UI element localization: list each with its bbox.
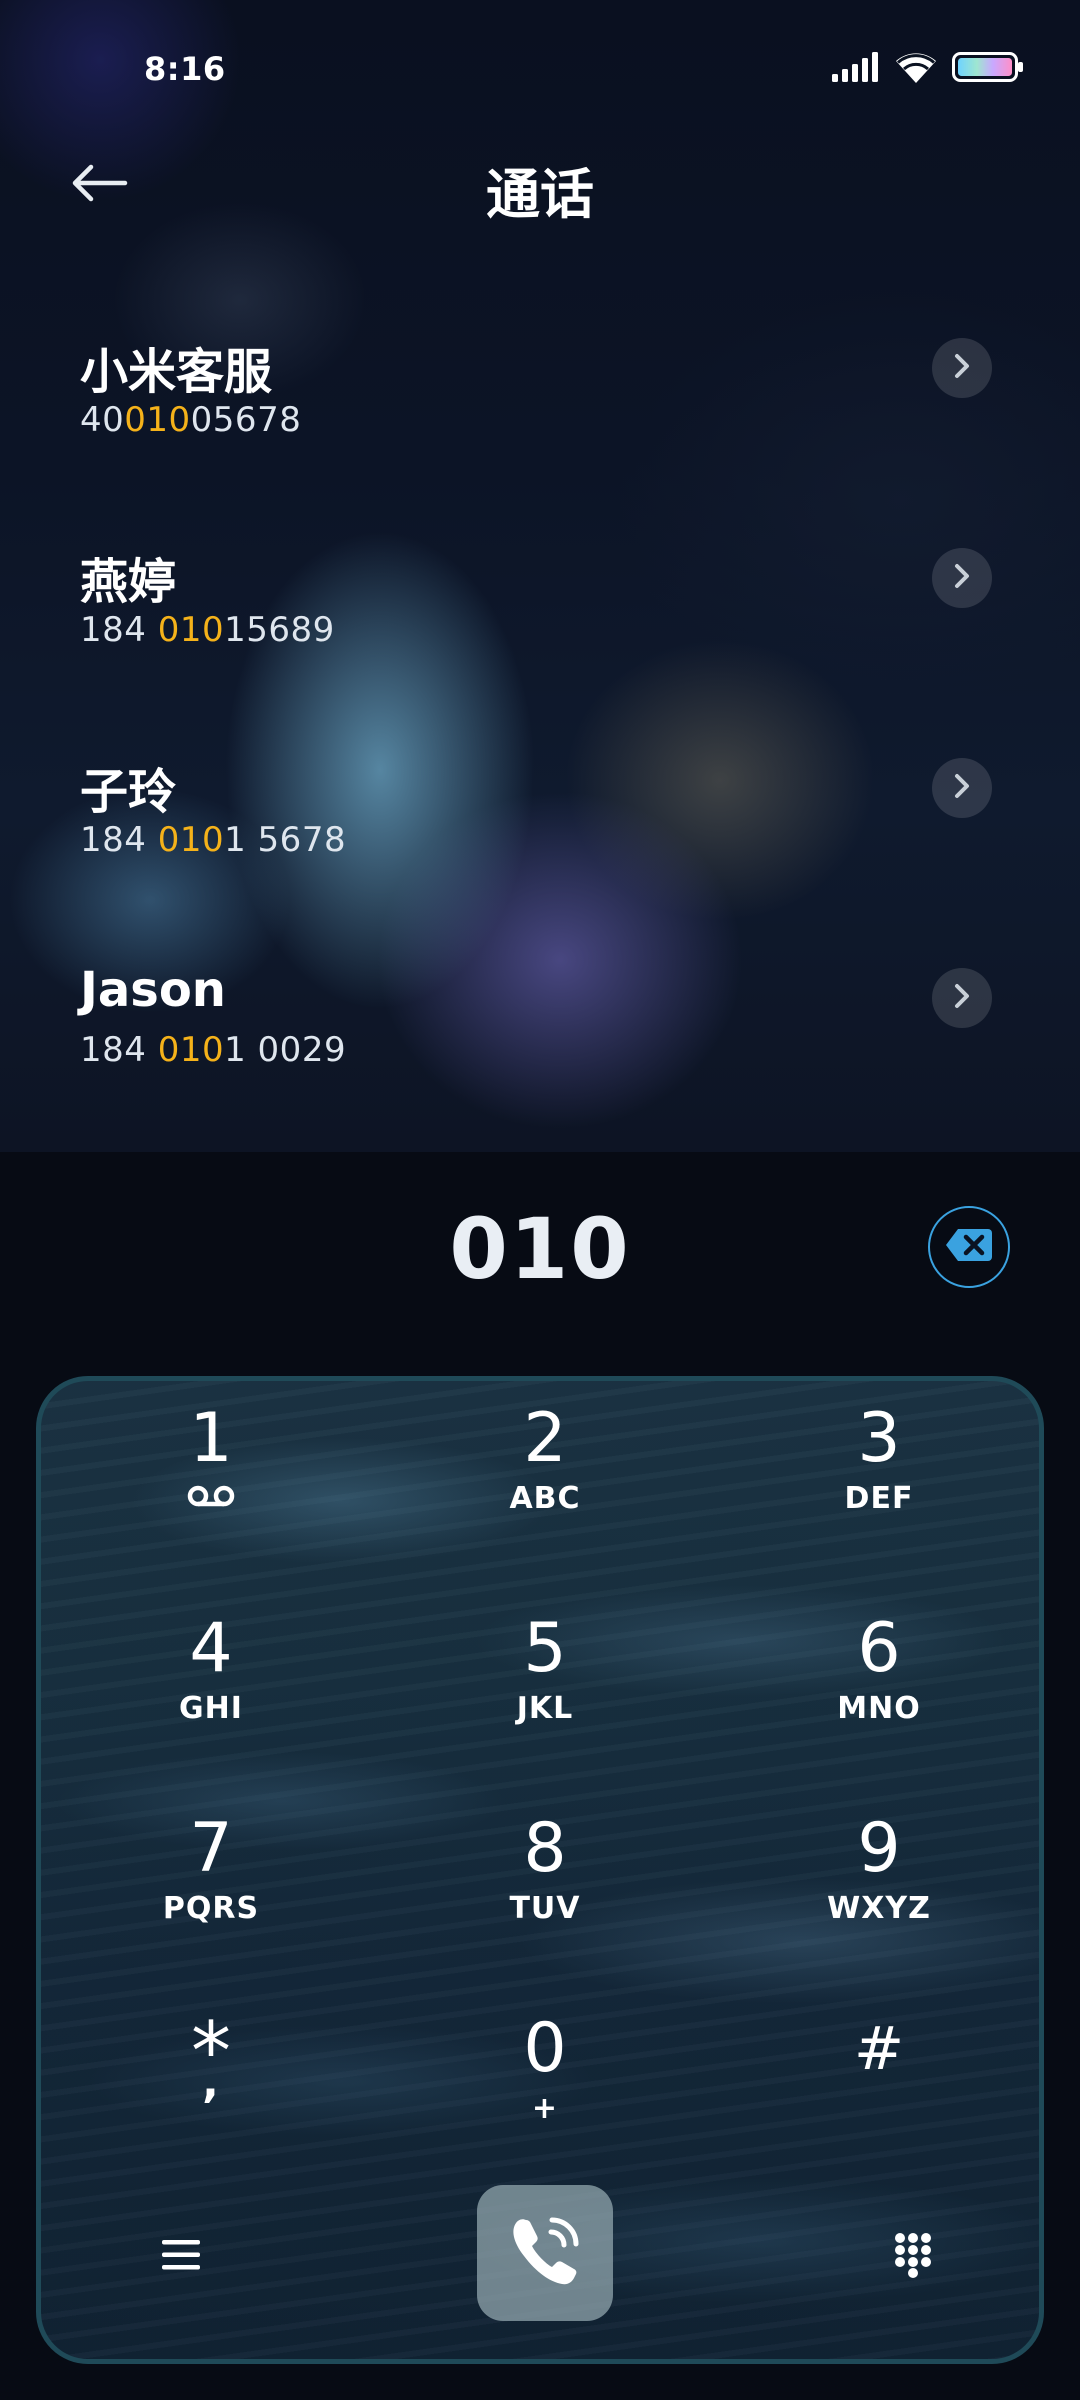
battery-icon xyxy=(952,52,1024,86)
contact-detail-button[interactable] xyxy=(932,338,992,398)
key-digit: 6 xyxy=(857,1609,901,1688)
key-letters: ABC xyxy=(509,1481,581,1516)
chevron-right-icon xyxy=(952,353,972,383)
key-4[interactable]: 4 GHI xyxy=(61,1591,361,1771)
dialpad-icon xyxy=(893,2232,933,2282)
key-letters: + xyxy=(531,2091,559,2126)
key-digit: 7 xyxy=(189,1809,233,1888)
contact-number: 184 01015689 xyxy=(80,610,335,650)
contact-item[interactable]: Jason 184 0101 0029 xyxy=(0,930,1080,1130)
matched-digits: 010 xyxy=(157,820,225,860)
chevron-right-icon xyxy=(952,563,972,593)
key-letters: PQRS xyxy=(162,1891,260,1926)
contact-detail-button[interactable] xyxy=(932,758,992,818)
key-digit: 4 xyxy=(189,1609,233,1688)
key-letters: JKL xyxy=(516,1691,574,1726)
key-3[interactable]: 3 DEF xyxy=(729,1381,1029,1561)
chevron-right-icon xyxy=(952,773,972,803)
key-letters: TUV xyxy=(509,1891,581,1926)
key-star[interactable]: * , xyxy=(61,1991,361,2171)
status-bar: 8:16 xyxy=(0,0,1080,140)
key-letters: GHI xyxy=(179,1691,243,1726)
dialed-number-display: 010 xyxy=(449,1200,631,1298)
key-digit: 1 xyxy=(189,1399,233,1478)
key-0[interactable]: 0 + xyxy=(395,1991,695,2171)
key-letters: MNO xyxy=(837,1691,921,1726)
phone-call-icon xyxy=(506,2212,584,2294)
dialer-screen: 8:16 通话 小米客服 4001005678 燕婷 184 01015689 … xyxy=(0,0,1080,2400)
contact-name: 燕婷 xyxy=(80,554,177,610)
key-digit: # xyxy=(853,2014,905,2084)
key-digit: 5 xyxy=(523,1609,567,1688)
wifi-icon xyxy=(894,50,938,88)
key-7[interactable]: 7 PQRS xyxy=(61,1791,361,1971)
page-title: 通话 xyxy=(486,163,594,226)
menu-button[interactable] xyxy=(141,2217,221,2297)
keypad-panel: 1 2 ABC 3 DEF 4 GHI 5 JKL 6 MNO 7 PQRS 8… xyxy=(36,1376,1044,2364)
key-2[interactable]: 2 ABC xyxy=(395,1381,695,1561)
key-hash[interactable]: # xyxy=(729,1991,1029,2171)
matched-digits: 010 xyxy=(157,1030,225,1070)
key-5[interactable]: 5 JKL xyxy=(395,1591,695,1771)
key-9[interactable]: 9 WXYZ xyxy=(729,1791,1029,1971)
voicemail-icon xyxy=(187,1485,235,1511)
key-6[interactable]: 6 MNO xyxy=(729,1591,1029,1771)
contact-item[interactable]: 子玲 184 0101 5678 xyxy=(0,720,1080,920)
contact-number: 184 0101 5678 xyxy=(80,820,347,860)
key-digit: 3 xyxy=(857,1399,901,1478)
contact-number: 4001005678 xyxy=(80,400,302,440)
key-letters: WXYZ xyxy=(827,1891,931,1926)
key-letters: , xyxy=(202,2057,220,2108)
key-digit: 2 xyxy=(523,1399,567,1478)
signal-icon xyxy=(832,52,880,86)
key-digit: 8 xyxy=(523,1809,567,1888)
key-1[interactable]: 1 xyxy=(61,1381,361,1561)
status-icons xyxy=(832,50,1024,88)
key-digit: 9 xyxy=(857,1809,901,1888)
contact-name: Jason xyxy=(80,962,226,1018)
contact-item[interactable]: 燕婷 184 01015689 xyxy=(0,510,1080,710)
backspace-icon xyxy=(944,1227,994,1267)
matched-digits: 010 xyxy=(124,400,191,440)
chevron-right-icon xyxy=(952,983,972,1013)
contact-name: 小米客服 xyxy=(80,344,273,400)
contact-detail-button[interactable] xyxy=(932,548,992,608)
key-letters: DEF xyxy=(844,1481,914,1516)
matched-digits: 010 xyxy=(157,610,225,650)
key-8[interactable]: 8 TUV xyxy=(395,1791,695,1971)
menu-icon xyxy=(160,2237,202,2277)
contact-name: 子玲 xyxy=(80,764,177,820)
backspace-button[interactable] xyxy=(928,1206,1010,1288)
contact-item[interactable]: 小米客服 4001005678 xyxy=(0,300,1080,500)
status-time: 8:16 xyxy=(144,50,226,88)
call-button[interactable] xyxy=(477,2185,613,2321)
contact-detail-button[interactable] xyxy=(932,968,992,1028)
dialpad-toggle-button[interactable] xyxy=(873,2217,953,2297)
key-digit: 0 xyxy=(523,2009,567,2088)
contact-number: 184 0101 0029 xyxy=(80,1030,347,1070)
